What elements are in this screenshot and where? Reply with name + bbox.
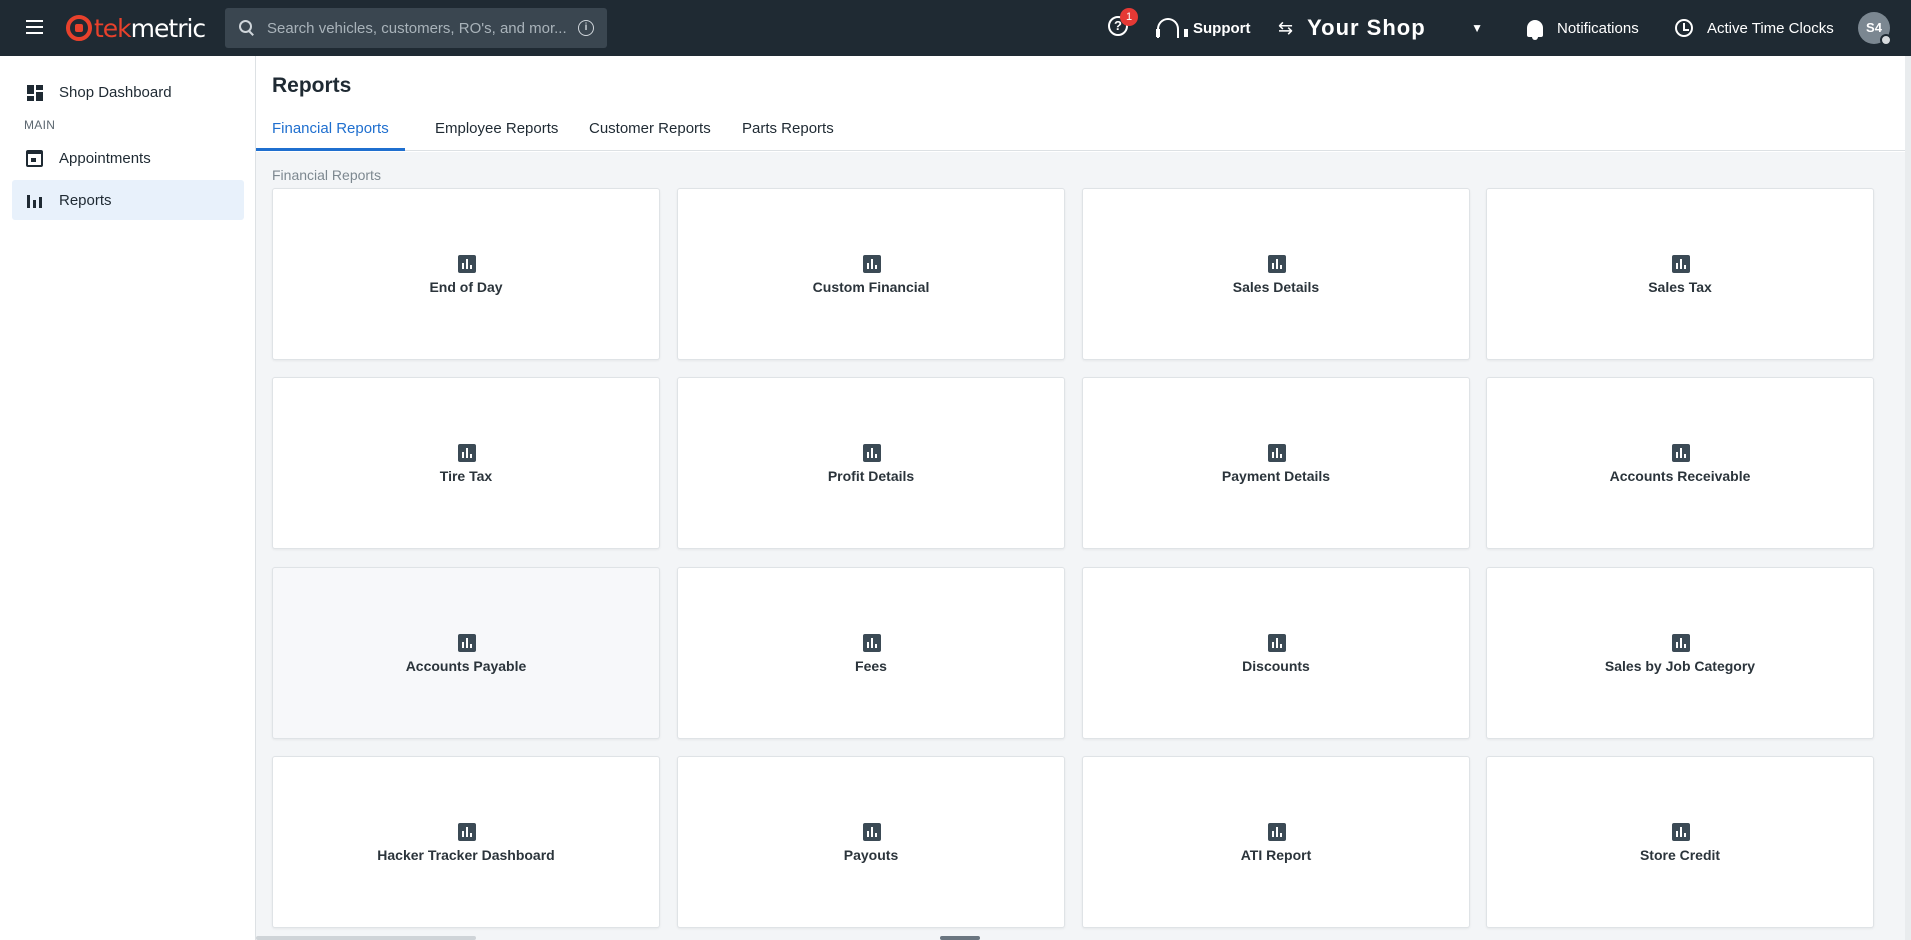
logo-accent-text: tek [94, 13, 132, 43]
tab-parts-reports[interactable]: Parts Reports [726, 108, 850, 151]
report-card-sales-tax[interactable]: Sales Tax [1486, 188, 1874, 360]
report-chart-icon [1268, 444, 1286, 462]
avatar[interactable]: S4 [1858, 12, 1892, 46]
report-chart-icon [863, 823, 881, 841]
logo-gear-icon [66, 15, 92, 41]
report-card-fees[interactable]: Fees [677, 567, 1065, 739]
report-chart-icon [1268, 255, 1286, 273]
tekmetric-logo[interactable]: tekmetric [66, 10, 207, 46]
report-card-label: Fees [855, 658, 887, 674]
shop-name: Your Shop [1307, 15, 1426, 40]
sidebar-item-label: Reports [59, 191, 112, 209]
chevron-down-icon: ▼ [1471, 21, 1483, 35]
notifications-label: Notifications [1557, 19, 1639, 37]
main-content: Reports Financial Reports Employee Repor… [256, 56, 1905, 940]
active-time-clocks-button[interactable]: Active Time Clocks [1675, 16, 1834, 40]
report-chart-icon [458, 444, 476, 462]
report-card-label: Payouts [843, 847, 899, 863]
scroll-handle[interactable] [940, 936, 980, 940]
report-card-profit-details[interactable]: Profit Details [677, 377, 1065, 549]
bar-chart-icon [26, 192, 43, 209]
headset-icon [1156, 18, 1188, 38]
report-card-payouts[interactable]: Payouts [677, 756, 1065, 928]
search-input[interactable] [267, 19, 578, 37]
bell-icon [1527, 19, 1543, 40]
report-chart-icon [1672, 823, 1690, 841]
report-card-label: Sales by Job Category [1604, 658, 1756, 674]
help-button[interactable]: ? 1 [1108, 8, 1138, 40]
report-chart-icon [863, 255, 881, 273]
logo-rest-text: metric [130, 13, 207, 43]
report-card-hacker-tracker-dashboard[interactable]: Hacker Tracker Dashboard [272, 756, 660, 928]
report-card-label: ATI Report [1240, 847, 1312, 863]
report-card-end-of-day[interactable]: End of Day [272, 188, 660, 360]
notifications-button[interactable]: Notifications [1527, 16, 1639, 40]
sidebar-item-shop-dashboard[interactable]: Shop Dashboard [12, 72, 244, 112]
report-card-label: Sales Details [1232, 279, 1320, 295]
support-button[interactable]: Support [1156, 16, 1251, 40]
clock-icon [1675, 19, 1693, 37]
report-card-ati-report[interactable]: ATI Report [1082, 756, 1470, 928]
global-search[interactable]: i [225, 8, 607, 48]
horizontal-scrollbar[interactable] [256, 936, 476, 940]
report-chart-icon [458, 255, 476, 273]
page-title: Reports [272, 74, 352, 97]
report-chart-icon [1672, 634, 1690, 652]
calendar-icon [26, 149, 43, 167]
sidebar-item-appointments[interactable]: Appointments [12, 138, 244, 178]
report-card-sales-by-job-category[interactable]: Sales by Job Category [1486, 567, 1874, 739]
report-chart-icon [458, 823, 476, 841]
time-clocks-label: Active Time Clocks [1707, 19, 1834, 37]
avatar-status-dot [1880, 34, 1892, 46]
report-chart-icon [1268, 634, 1286, 652]
report-card-discounts[interactable]: Discounts [1082, 567, 1470, 739]
sidebar-item-reports[interactable]: Reports [12, 180, 244, 220]
tab-customer-reports[interactable]: Customer Reports [573, 108, 727, 151]
tab-employee-reports[interactable]: Employee Reports [419, 108, 574, 151]
report-card-store-credit[interactable]: Store Credit [1486, 756, 1874, 928]
hamburger-menu-icon[interactable] [22, 16, 46, 40]
report-card-label: End of Day [429, 279, 503, 295]
sidebar: Shop Dashboard MAIN Appointments Reports [0, 56, 256, 940]
report-card-accounts-receivable[interactable]: Accounts Receivable [1486, 377, 1874, 549]
report-card-accounts-payable[interactable]: Accounts Payable [272, 567, 660, 739]
shop-switcher[interactable]: ⇆ Your Shop ▼ [1278, 14, 1483, 42]
support-label: Support [1193, 19, 1251, 37]
sidebar-item-label: Appointments [59, 149, 151, 167]
report-chart-icon [1672, 444, 1690, 462]
search-icon [239, 20, 255, 36]
report-card-label: Accounts Receivable [1609, 468, 1751, 484]
report-cards-area: Financial Reports End of Day Custom Fina… [256, 152, 1905, 940]
report-tabs: Financial Reports Employee Reports Custo… [256, 108, 1905, 151]
report-card-custom-financial[interactable]: Custom Financial [677, 188, 1065, 360]
avatar-initials: S4 [1866, 20, 1882, 35]
report-chart-icon [458, 634, 476, 652]
info-icon[interactable]: i [578, 20, 594, 36]
swap-arrows-icon: ⇆ [1278, 17, 1294, 38]
report-chart-icon [1268, 823, 1286, 841]
report-card-label: Discounts [1242, 658, 1310, 674]
help-badge: 1 [1120, 8, 1138, 26]
report-card-label: Profit Details [827, 468, 915, 484]
report-card-label: Custom Financial [812, 279, 930, 295]
report-card-label: Store Credit [1639, 847, 1721, 863]
dashboard-icon [26, 84, 43, 101]
report-card-label: Payment Details [1221, 468, 1331, 484]
report-card-label: Accounts Payable [405, 658, 527, 674]
report-chart-icon [863, 634, 881, 652]
top-bar: tekmetric i ? 1 Support ⇆ Your Shop ▼ No… [0, 0, 1911, 56]
vertical-scrollbar[interactable] [1905, 56, 1911, 940]
report-card-label: Hacker Tracker Dashboard [377, 847, 555, 863]
report-card-label: Sales Tax [1648, 279, 1712, 295]
sidebar-section-main: MAIN [24, 118, 56, 132]
report-card-payment-details[interactable]: Payment Details [1082, 377, 1470, 549]
sidebar-item-label: Shop Dashboard [59, 83, 172, 101]
report-card-tire-tax[interactable]: Tire Tax [272, 377, 660, 549]
report-card-label: Tire Tax [439, 468, 493, 484]
report-card-sales-details[interactable]: Sales Details [1082, 188, 1470, 360]
report-chart-icon [863, 444, 881, 462]
tab-financial-reports[interactable]: Financial Reports [256, 108, 405, 151]
section-label: Financial Reports [272, 167, 381, 183]
report-chart-icon [1672, 255, 1690, 273]
